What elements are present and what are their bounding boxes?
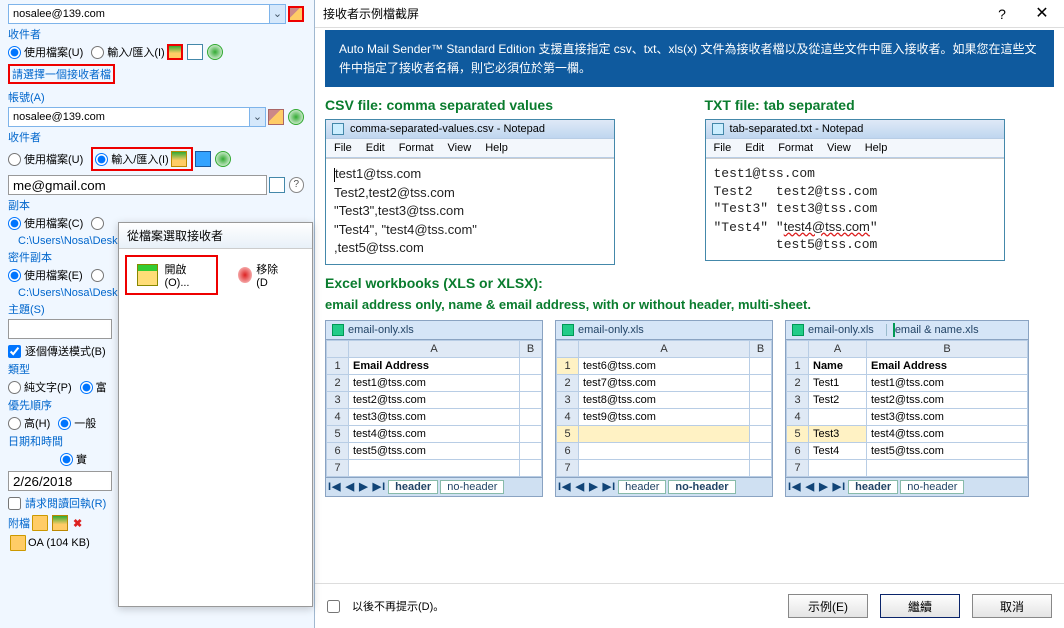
subject-input[interactable] [8, 319, 112, 339]
xls-3: email-only.xls email & name.xls AB 1Name… [785, 320, 1029, 497]
refresh-icon-3[interactable] [215, 151, 231, 167]
attach-open-icon[interactable] [52, 515, 68, 531]
help-icon[interactable]: ? [289, 177, 304, 193]
attachment-item[interactable]: OA (104 KB) [28, 537, 90, 549]
xls-subheading: email address only, name & email address… [325, 297, 1054, 312]
item-mode-check[interactable] [8, 345, 21, 358]
dialog-title: 接收者示例檔截屏 [317, 5, 982, 22]
xls-heading: Excel workbooks (XLS or XLSX): [325, 275, 1054, 291]
input-import-radio-2[interactable] [95, 153, 108, 166]
refresh-icon[interactable] [207, 44, 223, 60]
use-file-radio-1[interactable] [8, 46, 21, 59]
read-receipt-check[interactable] [8, 497, 21, 510]
close-button[interactable]: ✕ [1022, 1, 1062, 27]
import-radio-bcc[interactable] [91, 269, 104, 282]
browse-icon[interactable] [167, 44, 183, 60]
folder-icon [10, 535, 26, 551]
recipients-label: 收件者 [8, 26, 306, 42]
continue-button[interactable]: 繼續 [880, 594, 960, 618]
recipient-input[interactable] [8, 175, 267, 195]
xls-1: email-only.xls AB 1Email Address 2test1@… [325, 320, 543, 497]
xls-icon [792, 324, 804, 336]
open-folder-icon [137, 264, 158, 286]
file-picker-title: 從檔案選取接收者 [119, 223, 312, 249]
refresh-icon-2[interactable] [288, 109, 304, 125]
example-dialog: 接收者示例檔截屏 ? ✕ Auto Mail Sender™ Standard … [315, 0, 1064, 628]
save-icon[interactable] [195, 151, 211, 167]
account-email-input[interactable] [8, 107, 250, 127]
recipients-label-2: 收件者 [8, 129, 306, 145]
real-radio[interactable] [60, 453, 73, 466]
remove-button[interactable]: 移除(D [228, 257, 296, 293]
page-icon[interactable] [187, 44, 203, 60]
help-button[interactable]: ? [982, 1, 1022, 27]
xls-2: email-only.xls AB 1test6@tss.com 2test7@… [555, 320, 773, 497]
use-file-radio-bcc[interactable] [8, 269, 21, 282]
delete-icon [238, 267, 252, 283]
attach-label: 附檔 [8, 515, 30, 531]
use-file-radio-cc[interactable] [8, 217, 21, 230]
example-button[interactable]: 示例(E) [788, 594, 868, 618]
edit-icon-2[interactable] [268, 109, 284, 125]
no-show-check[interactable] [327, 600, 340, 613]
from-dropdown[interactable]: ⌄ [270, 4, 286, 24]
notepad-icon [712, 123, 724, 135]
use-file-radio-2[interactable] [8, 153, 21, 166]
account-label: 帳號(A) [8, 89, 306, 105]
account-dropdown[interactable]: ⌄ [250, 107, 266, 127]
csv-heading: CSV file: comma separated values [325, 97, 675, 113]
import-radio-cc[interactable] [91, 217, 104, 230]
attach-remove-icon[interactable]: ✖ [73, 517, 82, 530]
from-email-input[interactable] [8, 4, 270, 24]
cc-label: 副本 [8, 197, 306, 213]
select-recipient-prompt[interactable]: 請選擇一個接收者檔 [8, 64, 115, 84]
input-import-label: 輸入/匯入(I) [107, 44, 164, 60]
input-import-radio-1[interactable] [91, 46, 104, 59]
xls-icon [562, 324, 574, 336]
attach-add-icon[interactable] [32, 515, 48, 531]
rich-radio[interactable] [80, 381, 93, 394]
txt-notepad: tab-separated.txt - Notepad FileEditForm… [705, 119, 1005, 261]
date-input[interactable] [8, 471, 112, 491]
edit-icon[interactable] [288, 6, 304, 22]
normal-radio[interactable] [58, 417, 71, 430]
plain-radio[interactable] [8, 381, 21, 394]
form-panel: ⌄ 收件者 使用檔案(U) 輸入/匯入(I) 請選擇一個接收者檔 帳號(A) ⌄… [0, 0, 315, 628]
info-banner: Auto Mail Sender™ Standard Edition 支援直接指… [325, 30, 1054, 87]
browse-icon-2[interactable] [171, 151, 187, 167]
csv-notepad: comma-separated-values.csv - Notepad Fil… [325, 119, 615, 265]
txt-heading: TXT file: tab separated [705, 97, 1055, 113]
open-button[interactable]: 開啟(O)... [125, 255, 218, 295]
high-radio[interactable] [8, 417, 21, 430]
cancel-button[interactable]: 取消 [972, 594, 1052, 618]
page-icon-2[interactable] [269, 177, 284, 193]
notepad-icon [332, 123, 344, 135]
xls-icon [332, 324, 344, 336]
use-file-label: 使用檔案(U) [24, 44, 83, 60]
file-picker-popup: 從檔案選取接收者 開啟(O)... 移除(D [118, 222, 313, 607]
